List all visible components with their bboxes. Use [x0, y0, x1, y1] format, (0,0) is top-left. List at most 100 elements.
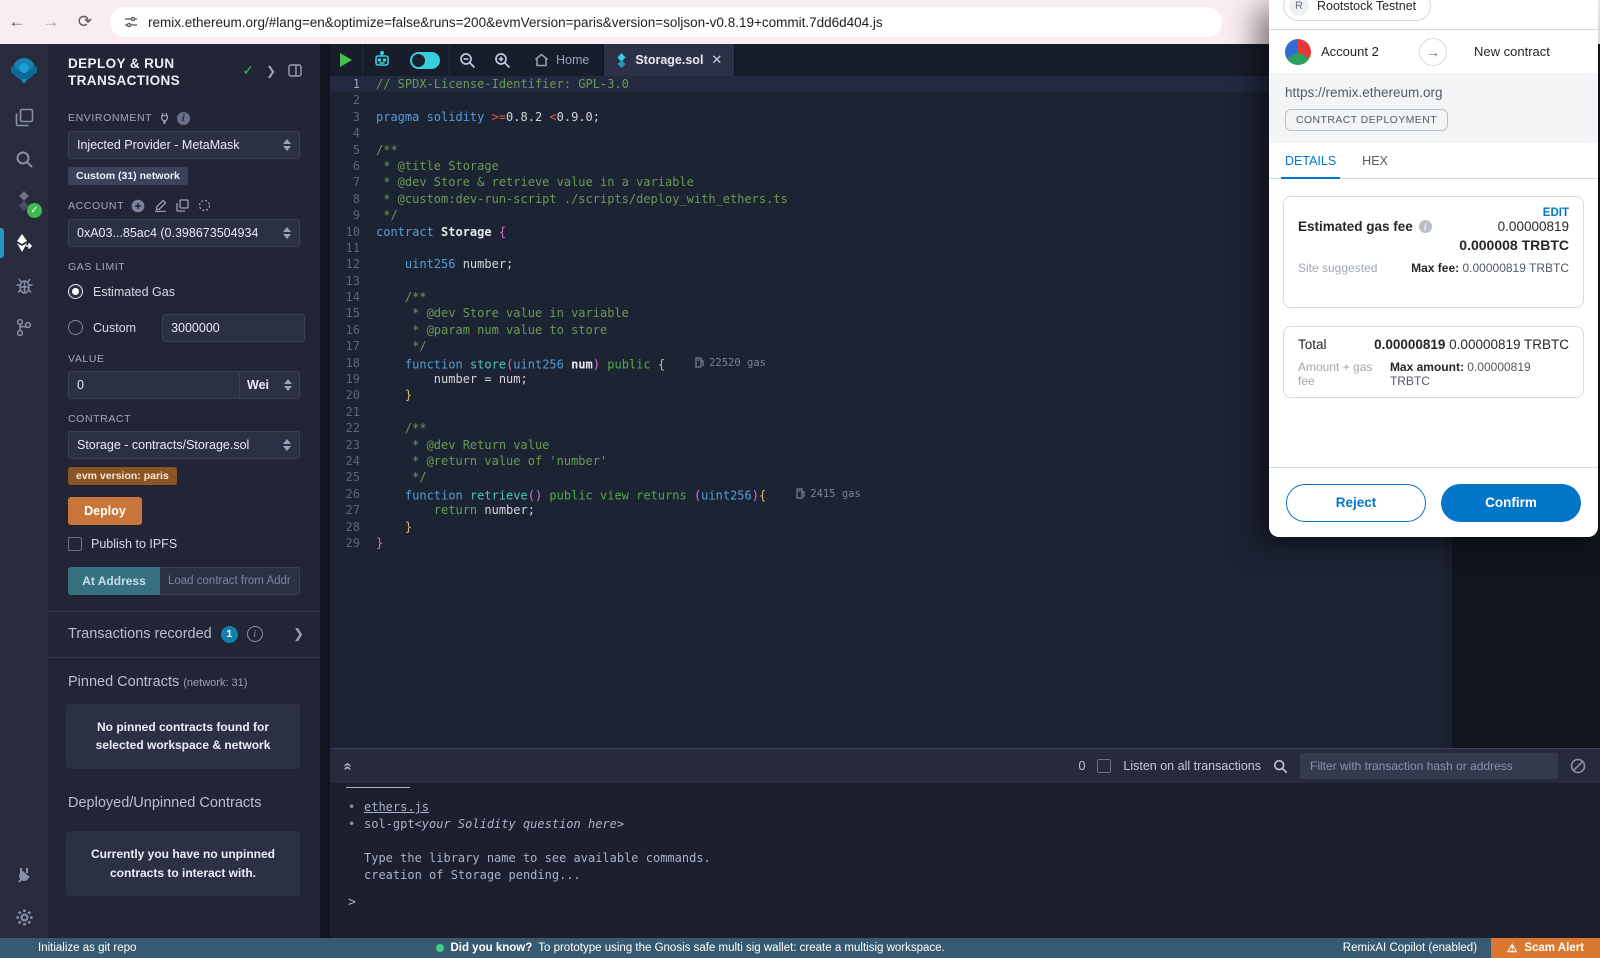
terminal-line: Type the library name to see available c…: [348, 850, 1600, 867]
custom-gas-input[interactable]: 3000000: [162, 314, 305, 342]
ai-copilot-icon[interactable]: [363, 51, 401, 69]
copilot-toggle[interactable]: [401, 52, 449, 69]
file-explorer-icon[interactable]: [0, 96, 48, 138]
refresh-icon[interactable]: ⟳: [68, 12, 102, 32]
transaction-filter-input[interactable]: [1300, 753, 1558, 779]
library-link[interactable]: ethers.js: [364, 799, 429, 816]
line-number: 1: [330, 76, 376, 92]
line-number: 13: [330, 273, 376, 289]
edit-account-icon[interactable]: [154, 199, 167, 212]
account-select[interactable]: 0xA03...85ac4 (0.398673504934: [68, 219, 300, 247]
environment-label: ENVIRONMENT i: [68, 112, 320, 125]
deploy-button[interactable]: Deploy: [68, 497, 142, 525]
refresh-accounts-icon[interactable]: [198, 199, 211, 212]
address-bar[interactable]: remix.ethereum.org/#lang=en&optimize=fal…: [110, 7, 1222, 37]
plugin-manager-icon[interactable]: [0, 854, 48, 896]
publish-ipfs-option[interactable]: Publish to IPFS: [68, 537, 320, 551]
git-init-status[interactable]: Initialize as git repo: [38, 942, 136, 954]
clear-console-icon[interactable]: [1570, 758, 1586, 774]
collapse-terminal-icon[interactable]: «: [340, 762, 357, 770]
value-unit-select[interactable]: Wei: [240, 371, 300, 399]
gas-estimate-annotation: 22520 gas: [695, 355, 766, 371]
line-number: 24: [330, 453, 376, 469]
line-number: 7: [330, 174, 376, 190]
tab-home[interactable]: Home: [520, 53, 603, 67]
copilot-status: RemixAI Copilot (enabled): [1343, 942, 1477, 954]
total-label: Total: [1298, 337, 1327, 352]
settings-gear-icon[interactable]: [0, 896, 48, 938]
remix-logo-icon[interactable]: [0, 44, 48, 96]
line-number: 11: [330, 240, 376, 256]
line-number: 19: [330, 371, 376, 387]
add-account-icon[interactable]: [131, 199, 145, 213]
reject-button[interactable]: Reject: [1286, 484, 1426, 522]
select-caret-icon: [277, 439, 291, 451]
git-icon[interactable]: [0, 306, 48, 348]
arrow-right-icon: →: [1419, 38, 1447, 66]
tab-storage-sol[interactable]: Storage.sol ✕: [603, 44, 735, 76]
expand-chevron-icon[interactable]: ❯: [293, 626, 304, 642]
custom-gas-option[interactable]: Custom 3000000: [68, 317, 320, 339]
debugger-icon[interactable]: [0, 264, 48, 306]
at-address-button[interactable]: At Address: [68, 567, 160, 595]
run-script-icon[interactable]: [340, 53, 352, 67]
edit-gas-link[interactable]: EDIT: [1298, 207, 1569, 219]
listen-checkbox-icon[interactable]: [1097, 759, 1111, 773]
network-pill[interactable]: R Rootstock Testnet: [1283, 0, 1431, 21]
pinned-empty-message: No pinned contracts found for selected w…: [66, 704, 300, 769]
radio-unselected-icon[interactable]: [68, 320, 83, 335]
contract-select[interactable]: Storage - contracts/Storage.sol: [68, 431, 300, 459]
origin-url: https://remix.ethereum.org: [1285, 85, 1582, 100]
line-number: 9: [330, 207, 376, 223]
back-icon[interactable]: ←: [0, 12, 34, 32]
terminal-prompt[interactable]: >: [348, 895, 356, 910]
url-text: remix.ethereum.org/#lang=en&optimize=fal…: [148, 15, 883, 30]
panel-chevron-icon[interactable]: ❯: [266, 64, 276, 78]
gas-info-icon[interactable]: i: [1419, 220, 1432, 233]
activity-bar: ✓: [0, 44, 48, 938]
environment-select[interactable]: Injected Provider - MetaMask: [68, 131, 300, 159]
close-tab-icon[interactable]: ✕: [711, 52, 722, 68]
value-label: VALUE: [68, 353, 320, 365]
copy-account-icon[interactable]: [176, 199, 189, 212]
tab-hex[interactable]: HEX: [1362, 154, 1388, 168]
zoom-in-icon[interactable]: [485, 52, 520, 69]
terminal-search-icon[interactable]: [1273, 759, 1288, 774]
estimated-gas-option[interactable]: Estimated Gas: [68, 281, 320, 303]
status-bar: Initialize as git repo Did you know? To …: [0, 938, 1600, 958]
value-input[interactable]: 0: [68, 371, 240, 399]
gas-fee-value: 0.00000819: [1498, 219, 1569, 234]
line-number: 10: [330, 224, 376, 240]
panel-title: DEPLOY & RUN TRANSACTIONS: [68, 56, 218, 90]
line-number: 4: [330, 125, 376, 141]
pin-panel-icon[interactable]: [288, 64, 302, 77]
line-number: 29: [330, 535, 376, 551]
line-number: 20: [330, 387, 376, 403]
confirm-button[interactable]: Confirm: [1441, 484, 1581, 522]
panel-check-icon: ✓: [242, 62, 254, 79]
zoom-out-icon[interactable]: [450, 52, 485, 69]
transactions-info-icon[interactable]: i: [247, 626, 263, 642]
scam-alert-button[interactable]: ⚠ Scam Alert: [1491, 938, 1600, 958]
origin-section: https://remix.ethereum.org CONTRACT DEPL…: [1269, 73, 1598, 143]
tab-details[interactable]: DETAILS: [1285, 143, 1336, 179]
total-card: Total 0.00000819 0.00000819 TRBTC Amount…: [1283, 326, 1584, 398]
deploy-run-icon[interactable]: [0, 222, 48, 264]
solidity-compiler-icon[interactable]: ✓: [0, 180, 48, 222]
line-number: 27: [330, 502, 376, 518]
radio-selected-icon[interactable]: [68, 284, 83, 299]
forward-icon[interactable]: →: [34, 12, 68, 32]
search-icon[interactable]: [0, 138, 48, 180]
transactions-recorded-row[interactable]: Transactions recorded 1 i ❯: [48, 612, 320, 657]
line-number: 14: [330, 289, 376, 305]
at-address-input[interactable]: [160, 567, 300, 595]
select-caret-icon: [278, 379, 292, 391]
terminal-panel: « 0 Listen on all transactions •ethers.j…: [330, 748, 1600, 938]
plug-icon[interactable]: [159, 112, 170, 124]
line-number: 15: [330, 305, 376, 321]
site-settings-icon[interactable]: [124, 15, 138, 29]
terminal-output[interactable]: •ethers.js•sol-gpt <your Solidity questi…: [330, 791, 1600, 884]
environment-info-icon[interactable]: i: [177, 112, 190, 125]
checkbox-icon[interactable]: [68, 537, 82, 551]
line-number: 18: [330, 355, 376, 371]
